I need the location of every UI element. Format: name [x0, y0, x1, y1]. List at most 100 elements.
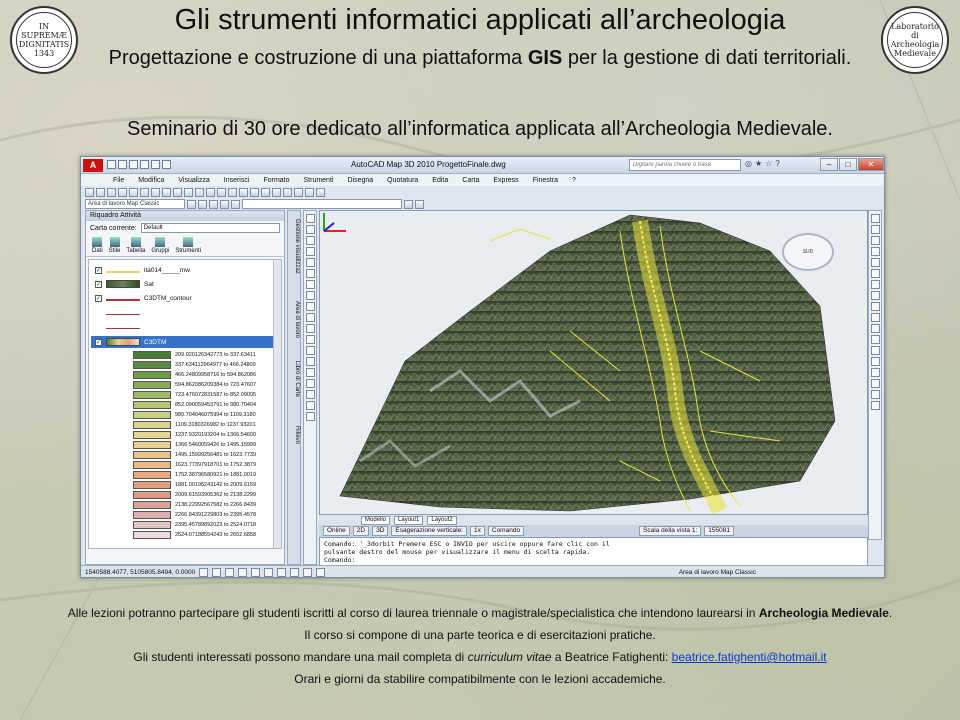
tool-palettes-icon[interactable] — [283, 187, 292, 197]
line-icon[interactable] — [305, 214, 315, 223]
quickcalc-icon[interactable] — [316, 187, 325, 197]
style-tab[interactable]: Stile — [109, 237, 120, 254]
layer-item[interactable]: ✓ C3DTM_contour — [95, 292, 192, 304]
hatch-icon[interactable] — [305, 368, 315, 377]
copy-icon[interactable] — [162, 187, 171, 197]
layer-item[interactable] — [95, 306, 144, 318]
maximize-button[interactable]: □ — [839, 158, 857, 171]
binoculars-icon[interactable]: ◎ — [745, 159, 752, 168]
erase-icon[interactable] — [870, 214, 880, 223]
menu-dimension[interactable]: Quotatura — [387, 177, 418, 184]
command-tab[interactable]: Comando — [487, 526, 525, 536]
new-icon[interactable] — [107, 160, 116, 169]
layer-checkbox[interactable]: ✓ — [95, 280, 102, 288]
open-icon[interactable] — [118, 160, 127, 169]
dyn-icon[interactable] — [290, 568, 300, 577]
construction-line-icon[interactable] — [305, 225, 315, 234]
menu-view[interactable]: Visualizza — [178, 177, 209, 184]
tab-model[interactable]: Modello — [361, 515, 391, 525]
workspace-select[interactable]: Area di lavoro Map Classic — [85, 199, 185, 209]
menu-format[interactable]: Formato — [263, 177, 289, 184]
communication-icon[interactable]: ★ — [755, 159, 762, 168]
tools-tab[interactable]: Strumenti — [175, 237, 201, 254]
snap-icon[interactable] — [199, 568, 209, 577]
polygon-icon[interactable] — [305, 247, 315, 256]
view-3d-button[interactable]: 3D — [372, 526, 389, 536]
stretch-icon[interactable] — [870, 302, 880, 311]
region-icon[interactable] — [305, 390, 315, 399]
polyline-icon[interactable] — [305, 236, 315, 245]
cut-icon[interactable] — [151, 187, 160, 197]
otrack-icon[interactable] — [264, 568, 274, 577]
draworder-icon[interactable] — [870, 390, 880, 399]
ellipse-arc-icon[interactable] — [305, 324, 315, 333]
layer-scrollbar[interactable] — [273, 260, 281, 548]
lightbulb-icon[interactable] — [209, 199, 218, 209]
layer-item-selected[interactable]: ✓ C3DTM — [91, 336, 279, 348]
plot-icon[interactable] — [118, 187, 127, 197]
spline-icon[interactable] — [305, 302, 315, 311]
multiline-text-icon[interactable] — [305, 412, 315, 421]
preview-icon[interactable] — [129, 187, 138, 197]
tab-display-manager[interactable]: Gestione visualizzaz — [289, 219, 300, 274]
layer-previous-icon[interactable] — [404, 199, 413, 209]
layer-checkbox[interactable] — [95, 322, 102, 330]
view-scale-value[interactable]: 155081 — [704, 526, 734, 536]
vertical-exaggeration-select[interactable]: 1x — [470, 526, 485, 536]
layer-manager-icon[interactable] — [198, 199, 207, 209]
app-menu-button[interactable]: A — [83, 159, 103, 172]
model-viewport[interactable]: SUD — [319, 210, 868, 515]
sheet-set-icon[interactable] — [294, 187, 303, 197]
layer-item[interactable]: ✓ ita014_____mw — [95, 264, 190, 276]
extend-icon[interactable] — [870, 324, 880, 333]
fillet-icon[interactable] — [870, 368, 880, 377]
ortho-icon[interactable] — [225, 568, 235, 577]
layer-checkbox[interactable]: ✓ — [95, 294, 102, 302]
table-insert-icon[interactable] — [305, 401, 315, 410]
groups-tab[interactable]: Gruppi — [151, 237, 169, 254]
menu-modify[interactable]: Edita — [432, 177, 448, 184]
menu-edit[interactable]: Modifica — [138, 177, 164, 184]
trim-icon[interactable] — [870, 313, 880, 322]
copy-object-icon[interactable] — [870, 225, 880, 234]
cloud-icon[interactable] — [305, 291, 315, 300]
osnap-icon[interactable] — [251, 568, 261, 577]
break-icon[interactable] — [870, 335, 880, 344]
undo-icon[interactable] — [140, 160, 149, 169]
menu-help[interactable]: ? — [572, 177, 576, 184]
favorites-icon[interactable]: ☆ — [765, 159, 772, 168]
pan-icon[interactable] — [217, 187, 226, 197]
layer-item[interactable] — [95, 320, 144, 332]
help-search-input[interactable] — [629, 159, 741, 171]
new-file-icon[interactable] — [85, 187, 94, 197]
print-icon[interactable] — [162, 160, 171, 169]
scale-icon[interactable] — [870, 291, 880, 300]
layer-checkbox[interactable]: ✓ — [95, 338, 102, 346]
insert-block-icon[interactable] — [305, 335, 315, 344]
table-tab[interactable]: Tabella — [126, 237, 145, 254]
tab-map-book[interactable]: Libro di Carte — [289, 361, 300, 397]
make-block-icon[interactable] — [305, 346, 315, 355]
menu-window[interactable]: Finestra — [533, 177, 558, 184]
view-2d-button[interactable]: 2D — [352, 526, 370, 536]
lock-icon[interactable] — [231, 199, 240, 209]
rotate-icon[interactable] — [870, 280, 880, 289]
menu-draw[interactable]: Disegna — [347, 177, 373, 184]
tab-survey[interactable]: Rilievo — [289, 426, 300, 444]
layer-checkbox[interactable]: ✓ — [95, 266, 102, 274]
zoom-realtime-icon[interactable] — [228, 187, 237, 197]
help-icon[interactable]: ? — [775, 159, 779, 168]
point-icon[interactable] — [305, 357, 315, 366]
layer-item[interactable]: ✓ Sat — [95, 278, 154, 290]
qp-icon[interactable] — [316, 568, 326, 577]
save-icon[interactable] — [129, 160, 138, 169]
menu-insert[interactable]: Inserisci — [224, 177, 250, 184]
markup-icon[interactable] — [305, 187, 314, 197]
viewcube[interactable]: SUD — [782, 233, 834, 271]
polar-icon[interactable] — [238, 568, 248, 577]
current-map-select[interactable]: Default — [140, 223, 280, 233]
lwt-icon[interactable] — [303, 568, 313, 577]
rectangle-icon[interactable] — [305, 258, 315, 267]
array-icon[interactable] — [870, 258, 880, 267]
tab-layout2[interactable]: Layout2 — [427, 515, 457, 525]
